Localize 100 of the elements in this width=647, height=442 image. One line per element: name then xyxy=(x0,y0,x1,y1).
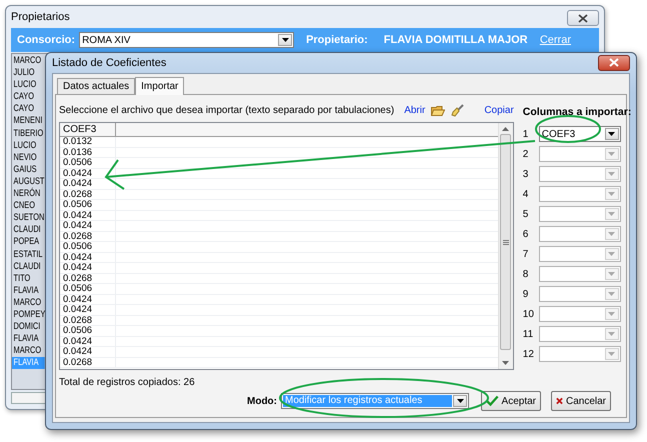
dropdown-arrow-icon xyxy=(608,212,616,216)
checkmark-icon xyxy=(486,395,499,407)
owner-item[interactable]: CLAUDI xyxy=(12,260,45,273)
instruction-text: Seleccione el archivo que desea importar (texto separado por tabulaciones) xyxy=(59,105,394,116)
owner-item[interactable]: CLAUDI xyxy=(12,224,45,236)
close-icon xyxy=(609,58,619,67)
owner-item[interactable]: NEVIO xyxy=(12,152,45,164)
grip-icon xyxy=(502,240,509,244)
column-number: 9 xyxy=(522,288,530,300)
table-cell: 0.0268 xyxy=(60,190,116,199)
column-number: 4 xyxy=(522,188,530,200)
column-header[interactable]: COEF3 xyxy=(60,123,116,136)
dropdown-arrow-icon xyxy=(608,152,616,156)
columns-title: Columnas a importar: xyxy=(522,105,632,120)
table-cell: 0.0136 xyxy=(60,148,116,157)
owner-item[interactable]: MENENI xyxy=(12,115,45,128)
owner-item[interactable]: MARCO xyxy=(12,296,45,309)
table-cell: 0.0424 xyxy=(60,210,116,220)
table-cell: 0.0424 xyxy=(60,252,116,262)
owner-item[interactable]: DOMICI xyxy=(12,321,45,334)
consorcio-dropdown[interactable]: ROMA XIV xyxy=(79,32,294,48)
table-cell: 0.0268 xyxy=(60,232,116,241)
table-cell: 0.0506 xyxy=(60,200,116,210)
table-cell: 0.0506 xyxy=(60,284,116,294)
copy-link[interactable]: Copiar xyxy=(484,105,514,116)
table-cell: 0.0424 xyxy=(60,168,116,178)
tab[interactable]: Datos actuales xyxy=(57,78,136,94)
close-button[interactable] xyxy=(598,54,630,70)
window-title: Listado de Coeficientes xyxy=(52,57,166,69)
owner-item[interactable]: JULIO xyxy=(12,67,45,80)
column-number: 6 xyxy=(522,228,530,240)
owner-item[interactable]: SUETON xyxy=(12,212,45,224)
accept-button[interactable]: Aceptar xyxy=(481,391,541,411)
table-cell: 0.0132 xyxy=(60,137,116,146)
column-number: 11 xyxy=(522,328,534,340)
owner-item[interactable]: CAYO xyxy=(12,91,45,104)
dropdown-arrow-icon xyxy=(608,352,616,356)
cross-icon xyxy=(556,395,563,407)
column-dropdown[interactable]: COEF3 xyxy=(538,126,621,142)
owner-item[interactable]: TITO xyxy=(12,272,45,285)
dropdown-arrow-icon xyxy=(608,252,616,256)
table-cell: 0.0424 xyxy=(60,294,116,304)
dropdown-arrow-icon xyxy=(608,232,616,236)
table-cell: 0.0268 xyxy=(60,358,116,367)
dropdown-arrow-icon xyxy=(608,172,616,176)
owner-item[interactable]: CAYO xyxy=(12,103,45,116)
owner-item[interactable]: AUGUST xyxy=(12,176,45,188)
owner-item[interactable]: MARCO xyxy=(12,345,45,358)
owner-item[interactable]: LUCIO xyxy=(12,79,45,92)
table-cell: 0.0424 xyxy=(60,221,116,230)
propietario-label: Propietario: xyxy=(306,34,368,46)
dropdown-arrow-icon xyxy=(608,292,616,296)
tab[interactable]: Importar xyxy=(135,77,184,95)
owner-item[interactable]: POPEA xyxy=(12,236,45,248)
scroll-up-icon[interactable] xyxy=(502,127,510,131)
owner-item[interactable]: NERÓN xyxy=(12,188,45,200)
owner-item[interactable]: FLAVIA xyxy=(12,333,45,346)
table-cell: 0.0424 xyxy=(60,305,116,314)
column-number: 5 xyxy=(522,208,530,220)
dropdown-arrow-icon xyxy=(608,332,616,336)
owner-item[interactable]: TIBERIO xyxy=(12,128,45,140)
column-number: 2 xyxy=(522,148,530,160)
cancel-button[interactable]: Cancelar xyxy=(551,391,611,411)
owner-item[interactable]: GAIUS xyxy=(12,164,45,176)
column-number: 8 xyxy=(522,268,530,280)
window-title: Propietarios xyxy=(11,11,70,23)
dropdown-arrow-icon xyxy=(608,272,616,276)
consorcio-label: Consorcio: xyxy=(17,34,76,46)
total-text: Total de registros copiados: 26 xyxy=(59,377,196,389)
table-cell: 0.0268 xyxy=(60,274,116,283)
owner-item[interactable]: ESTATIL xyxy=(12,248,45,261)
brush-icon[interactable] xyxy=(451,104,464,117)
column-number: 12 xyxy=(522,348,535,360)
table-cell: 0.0268 xyxy=(60,316,116,325)
owner-item[interactable]: CNEO xyxy=(12,200,45,212)
table-cell: 0.0424 xyxy=(60,336,116,346)
dropdown-arrow-icon xyxy=(608,312,616,316)
scroll-down-icon[interactable] xyxy=(502,361,510,365)
owner-item[interactable]: LUCIO xyxy=(12,140,45,152)
owner-item[interactable]: FLAVIA xyxy=(12,284,45,297)
vertical-scrollbar[interactable] xyxy=(498,123,513,369)
dropdown-arrow-icon xyxy=(608,192,616,196)
table-cell: 0.0424 xyxy=(60,263,116,272)
owner-item[interactable]: POMPEY xyxy=(12,308,45,322)
close-button[interactable] xyxy=(567,10,599,26)
dropdown-arrow-icon xyxy=(456,399,464,403)
column-number: 7 xyxy=(522,248,530,260)
table-cell: 0.0506 xyxy=(60,242,116,252)
open-link[interactable]: Abrir xyxy=(404,105,426,116)
dropdown-arrow-icon xyxy=(282,38,289,42)
owner-item[interactable]: MARCO xyxy=(12,55,45,68)
folder-icon[interactable] xyxy=(431,104,446,116)
column-number: 10 xyxy=(522,308,535,320)
mode-label: Modo: xyxy=(247,396,277,406)
column-number: 1 xyxy=(522,128,530,140)
propietario-value: FLAVIA DOMITILLA MAJOR xyxy=(384,34,528,46)
table-cell: 0.0424 xyxy=(60,347,116,356)
table-cell: 0.0506 xyxy=(60,158,116,168)
table-cell: 0.0506 xyxy=(60,326,116,336)
close-icon xyxy=(578,14,588,22)
